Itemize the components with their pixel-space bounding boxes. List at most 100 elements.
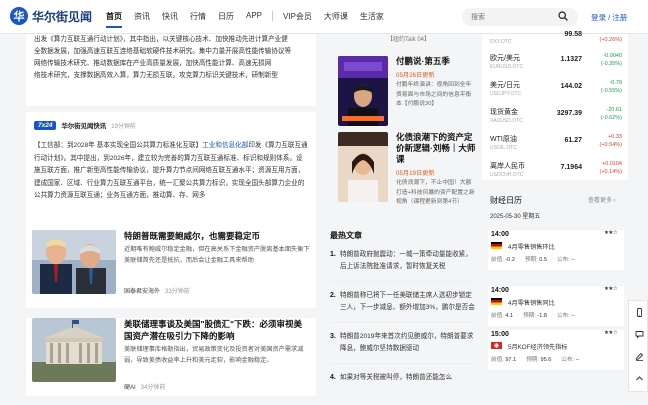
logo-text: 华尔街见闻 — [32, 9, 93, 24]
hot-rank: 3. — [330, 333, 336, 340]
program-title[interactable]: 化债浪潮下的资产定价新逻辑·刘畅｜大师课 — [396, 132, 476, 165]
search-icon[interactable] — [558, 11, 568, 21]
quote-change-pct: (-0.62%) — [600, 115, 622, 121]
program-card[interactable]: 付鹏说·第五季 05月26日更新 付鹏年终演讲：视角回到全年贸易面与市场之间的信… — [332, 56, 474, 132]
hot-rank: 4. — [330, 374, 336, 381]
7x24-badge: 7x24 — [34, 120, 57, 130]
nav-markets[interactable]: 行情 — [184, 11, 212, 22]
calendar-more-link[interactable]: 查看更多 › — [588, 195, 616, 204]
quote-change-pct: (+0.14%) — [599, 169, 622, 175]
quote-change-abs: -20.61 — [606, 107, 622, 113]
trump-powell-photo — [32, 230, 116, 294]
nav-app[interactable]: APP — [240, 11, 268, 22]
flash-body: 【工信部：到2028年 基本实现全国公共算力标准化互联】工业和信息化部印发《算力… — [34, 140, 308, 203]
flash-body-text: 印发《算力互联互通行动计划》。其中提出，到2026年，建立较为完善的算力互联互通… — [34, 142, 308, 200]
talk-fragment[interactable]: 【纽约Talk 04】 — [387, 34, 430, 43]
nav-calendar[interactable]: 日历 — [212, 11, 240, 22]
quote-name: 欧元/美元 — [490, 55, 520, 62]
quote-change: +0.0104 (+0.14%) — [586, 160, 622, 176]
article-title[interactable]: 特朗普既需要鲍威尔，也需要稳定币 — [124, 230, 310, 242]
event-time: 14:00 — [491, 287, 509, 294]
phone-icon — [636, 307, 642, 317]
quote-value: 99.58 — [564, 31, 582, 38]
quote-change-pct: (+0.54%) — [599, 142, 622, 148]
miit-link[interactable]: 工业和信息化部 — [202, 142, 248, 149]
article-thumbnail[interactable] — [32, 230, 116, 294]
login-register-link[interactable]: 登录 / 注册 — [591, 12, 627, 23]
article-excerpt-card[interactable]: 出发《算力互联互通行动计划》，其中指出，以关键核心技术、加快推动先进计算产业健 … — [26, 34, 316, 106]
quote-row[interactable]: 美元/日元 USDJPY.OTC 144.02 -0.79 (-0.55%) — [490, 77, 622, 104]
nav-lifestyle[interactable]: 生活家 — [354, 11, 390, 22]
quote-row[interactable]: 现货黄金 XAUUSD.OTC 3297.39 -20.61 (-0.62%) — [490, 104, 622, 131]
hot-article-item[interactable]: 4. 如果对等关税被叫停，特朗普还能怎么 — [330, 372, 476, 392]
main-nav: 首页 资讯 快讯 行情 日历 APP VIP会员 大师课 生活家 — [100, 11, 390, 28]
quote-value: 3297.39 — [556, 110, 582, 117]
article-thumbnail[interactable] — [32, 318, 116, 382]
hot-article-item[interactable]: 3. 特朗普2019年来首次约见鲍威尔，特朗普要求降息，鲍威尔坚持数据驱动 — [330, 331, 476, 364]
quote-change-abs: +0.33 — [608, 134, 622, 140]
floating-toolbar — [628, 300, 648, 392]
hot-rank: 1. — [330, 251, 336, 258]
event-previous: 前值: 97.1 — [491, 357, 517, 363]
quote-name: WTI原油 — [490, 136, 517, 143]
hot-article-item[interactable]: 2. 特朗普称已将下一任美联储主席人选初步锁定三人，下一步减息、额外增加3%，鹏… — [330, 290, 476, 323]
calendar-event[interactable]: 14:00 ★★☆ 4月零售销售环比 前值: -0.2 预期: 0.5 公布: … — [488, 230, 624, 270]
program-cover[interactable] — [338, 56, 388, 126]
article-time: 34分钟前 — [140, 385, 166, 391]
program-cover[interactable] — [338, 132, 388, 202]
event-previous: 前值: 4.1 — [491, 313, 514, 319]
mobile-app-button[interactable] — [629, 301, 648, 323]
feedback-button[interactable] — [629, 345, 648, 367]
hot-article-title[interactable]: 特朗普称已将下一任美联储主席人选初步锁定三人，下一步减息、额外增加3%，鹏尔是否… — [340, 292, 475, 311]
article-source[interactable]: 硬AI — [124, 382, 136, 391]
article-time: 33分钟前 — [165, 289, 190, 295]
quote-name: 离岸人民币 — [490, 163, 525, 170]
importance-stars: ★★☆ — [604, 230, 618, 236]
market-quotes: DXY.OTC 99.58 (+0.26%) 欧元/美元 EURUSD.OTC … — [482, 31, 628, 180]
article-summary: 美联储理事库格勒指出，贸易政策变化及投资者对美国资产需求减弱，导致美债收益率上升… — [124, 346, 304, 364]
program-description: 化债浪潮下，不止中国！大额打造+科技风暴的资产配置之新视角（课程更新到第4节） — [396, 180, 475, 205]
article-card[interactable]: 特朗普既需要鲍威尔，也需要稳定币 近期唯有鲍威尔稳定金融，但在高关系下金融资产脱… — [26, 230, 316, 308]
nav-news[interactable]: 资讯 — [128, 11, 156, 22]
article-meta: 国泰君安海外 33分钟前 — [124, 286, 190, 295]
article-source[interactable]: 国泰君安海外 — [124, 286, 160, 295]
quote-row[interactable]: 离岸人民币 USDCNH.OTC 7.1964 +0.0104 (+0.14%) — [490, 158, 622, 185]
calendar-event[interactable]: 15:00 ★★☆ 5月KOF经济领先指标 前值: 97.1 预期: 95.6 … — [488, 330, 624, 370]
quote-code: XAUUSD.OTC — [490, 118, 523, 124]
calendar-event[interactable]: 14:00 ★★☆ 4月零售销售同比 前值: 4.1 预期: -1.8 公布: … — [488, 286, 624, 326]
nav-masterclass[interactable]: 大师课 — [318, 11, 354, 22]
federal-reserve-building-photo — [32, 318, 116, 382]
hot-article-title[interactable]: 特朗普政府抛震动：一城一策牵动量能收紧，后上诉法院批准请求，暂时恢复关税 — [340, 251, 472, 270]
quote-name: 美元/日元 — [490, 82, 520, 89]
contact-button[interactable] — [629, 323, 648, 345]
quote-change-pct: (-0.55%) — [600, 88, 622, 94]
program-title[interactable]: 付鹏说·第五季 — [396, 56, 476, 67]
flash-time: 19分钟前 — [111, 123, 136, 130]
back-to-top-button[interactable] — [629, 367, 648, 389]
hot-article-title[interactable]: 特朗普2019年来首次约见鲍威尔，特朗普要求降息，鲍威尔坚持数据驱动 — [340, 333, 473, 352]
quote-row[interactable]: WTI原油 USOIL.OTC 61.27 +0.33 (+0.54%) — [490, 131, 622, 158]
event-actual: 公布: -- — [557, 257, 576, 263]
quote-change-pct: (-0.35%) — [600, 61, 622, 67]
quote-change-abs: -0.0040 — [603, 53, 622, 59]
program-card[interactable]: 化债浪潮下的资产定价新逻辑·刘畅｜大师课 05月19日更新 化债浪潮下，不止中国… — [332, 132, 476, 208]
quote-change: +0.33 (+0.54%) — [586, 133, 622, 149]
quote-value: 7.1964 — [560, 164, 582, 171]
article-summary: 近期唯有鲍威尔稳定金融，但在高关系下金融资产脱离基本面失衡下美联储首先还是抵抗，… — [124, 246, 310, 264]
nav-vip[interactable]: VIP会员 — [277, 11, 318, 22]
article-title[interactable]: 美联储理事谈及美国"股债汇"下跌：必须审视美国资产潜在吸引力下降的影响 — [124, 318, 310, 342]
article-card[interactable]: 美联储理事谈及美国"股债汇"下跌：必须审视美国资产潜在吸引力下降的影响 美联储理… — [26, 318, 316, 396]
quote-value: 144.02 — [560, 83, 582, 90]
hot-article-title[interactable]: 如果对等关税被叫停，特朗普还能怎么 — [340, 374, 452, 381]
quote-row[interactable]: 欧元/美元 EURUSD.OTC 1.1327 -0.0040 (-0.35%) — [490, 50, 622, 77]
site-logo[interactable]: 华 华尔街见闻 — [10, 7, 92, 25]
program-update-date: 05月26日更新 — [396, 72, 435, 79]
nav-home[interactable]: 首页 — [100, 11, 128, 28]
quote-name: 现货黄金 — [490, 109, 518, 116]
hot-article-item[interactable]: 1. 特朗普政府抛震动：一城一策牵动量能收紧，后上诉法院批准请求，暂时恢复关税 — [330, 249, 476, 282]
message-icon — [635, 330, 643, 339]
importance-stars: ★★☆ — [604, 330, 618, 336]
nav-live[interactable]: 快讯 — [156, 11, 184, 22]
program-description: 付鹏年终演讲：视角回到全年贸易面与市场之间的信息平衡本【付鹏说30】 — [396, 82, 472, 107]
market-sidebar: DXY.OTC 99.58 (+0.26%) 欧元/美元 EURUSD.OTC … — [482, 31, 628, 405]
